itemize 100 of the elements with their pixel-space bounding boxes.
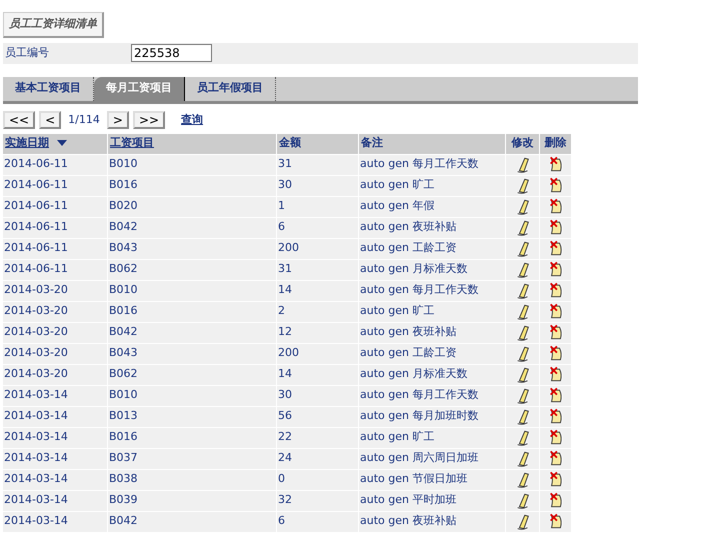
table-cell: auto gen 工龄工资 [360,346,456,360]
table-cell: 6 [278,514,285,528]
table-cell: B039 [109,493,138,506]
title-button[interactable]: 员工工资详细清单 [3,12,104,38]
pencil-icon[interactable] [514,218,530,237]
table-cell: 2014-03-14 [4,451,68,464]
column-header: 备注 [361,136,383,150]
pencil-icon[interactable] [514,155,530,174]
table-cell: B062 [109,262,138,276]
field-label: 员工编号 [4,44,50,61]
page-counter: 1/114 [68,112,100,128]
query-link[interactable]: 查询 [181,112,204,128]
table-cell: B010 [109,388,138,402]
column-header: 删除 [544,136,566,150]
pencil-icon[interactable] [514,239,530,258]
table-cell: B016 [109,178,138,192]
table-cell: 32 [278,493,292,506]
table-cell: 0 [278,472,285,486]
delete-icon[interactable] [548,218,564,237]
delete-icon[interactable] [548,386,564,405]
table-cell: B020 [109,199,138,212]
table-cell: 2014-06-11 [4,199,68,212]
pencil-icon[interactable] [514,281,530,300]
table-cell: 2014-06-11 [4,241,68,254]
table-cell: auto gen 节假日加班 [360,472,468,486]
table-cell: auto gen 旷工 [360,304,434,318]
table-cell: auto gen 每月工作天数 [360,157,478,170]
table-cell: 2014-06-11 [4,262,68,276]
table-cell: 2014-03-14 [4,514,68,528]
column-header: 金额 [279,136,301,150]
table-cell: auto gen 夜班补贴 [360,325,456,338]
table-cell: auto gen 每月工作天数 [360,388,478,402]
pencil-icon[interactable] [514,197,530,216]
pencil-icon[interactable] [514,344,530,363]
delete-icon[interactable] [548,155,564,174]
delete-icon[interactable] [548,197,564,216]
table-cell: 12 [278,325,292,338]
table-cell: 2014-03-20 [4,304,68,318]
next-page-button[interactable]: > [106,111,129,129]
pencil-icon[interactable] [514,512,530,531]
delete-icon[interactable] [548,302,564,321]
employee-id-field[interactable]: 225538 [131,44,212,62]
table-cell: B016 [109,304,138,318]
table-cell: 200 [278,346,299,360]
delete-icon[interactable] [548,176,564,195]
pencil-icon[interactable] [514,386,530,405]
table-cell: 30 [278,388,292,402]
table-cell: 2014-03-14 [4,493,68,506]
pencil-icon[interactable] [514,176,530,195]
table-cell: 30 [278,178,292,192]
pencil-icon[interactable] [514,302,530,321]
delete-icon[interactable] [548,239,564,258]
delete-icon[interactable] [548,323,564,342]
delete-icon[interactable] [548,407,564,426]
table-cell: B037 [109,451,138,464]
table-cell: 31 [278,262,292,276]
delete-icon[interactable] [548,344,564,363]
table-cell: 2014-06-11 [4,157,68,170]
delete-icon[interactable] [548,428,564,447]
table-cell: auto gen 每月工作天数 [360,283,478,296]
delete-icon[interactable] [548,281,564,300]
table-cell: 14 [278,283,292,296]
pencil-icon[interactable] [514,428,530,447]
table-cell: B043 [109,346,138,360]
pencil-icon[interactable] [514,449,530,468]
table-cell: 2014-06-11 [4,178,68,192]
table-cell: 2014-06-11 [4,220,68,234]
delete-icon[interactable] [548,449,564,468]
table-cell: B010 [109,157,138,170]
table-cell: 200 [278,241,299,254]
pencil-icon[interactable] [514,365,530,384]
pencil-icon[interactable] [514,260,530,279]
prev-page-button[interactable]: < [39,111,62,129]
tab[interactable]: 每月工资项目 [94,76,185,100]
table-cell: 2014-03-20 [4,346,68,360]
pencil-icon[interactable] [514,323,530,342]
table-cell: 2014-03-14 [4,430,68,444]
pencil-icon[interactable] [514,491,530,510]
table-cell: B013 [109,409,138,422]
table-cell: 22 [278,430,292,444]
delete-icon[interactable] [548,260,564,279]
pencil-icon[interactable] [514,470,530,489]
first-page-button[interactable]: << [3,111,36,129]
pencil-icon[interactable] [514,407,530,426]
tab[interactable]: 员工年假项目 [185,76,276,100]
sort-down-icon[interactable] [57,140,67,147]
delete-icon[interactable] [548,512,564,531]
table-cell: 2014-03-20 [4,367,68,380]
table-cell: auto gen 月标准天数 [360,367,468,380]
table-cell: auto gen 每月加班时数 [360,409,478,422]
table-cell: 56 [278,409,292,422]
delete-icon[interactable] [548,365,564,384]
column-header[interactable]: 工资项目 [110,136,154,150]
table-cell: B038 [109,472,138,486]
table-cell: B043 [109,241,138,254]
delete-icon[interactable] [548,491,564,510]
delete-icon[interactable] [548,470,564,489]
table-cell: B042 [109,514,138,528]
last-page-button[interactable]: >> [132,111,166,129]
table-cell: auto gen 夜班补贴 [360,220,456,234]
